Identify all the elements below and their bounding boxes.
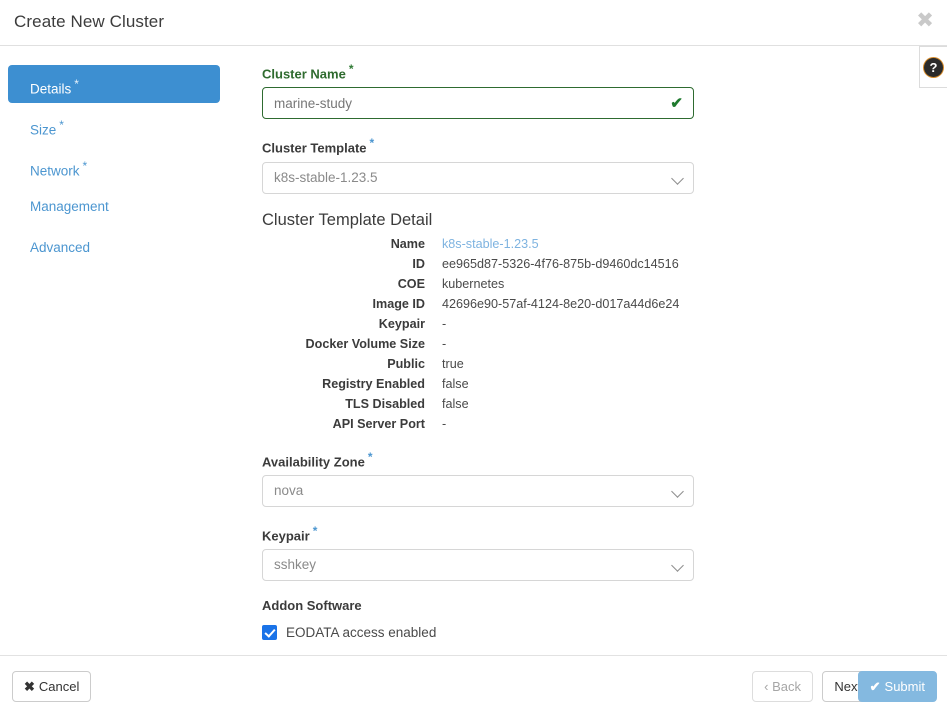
label-text: Cluster Name <box>262 66 346 81</box>
button-label: Cancel <box>39 679 79 694</box>
cluster-name-input[interactable] <box>262 87 694 119</box>
cluster-name-label: Cluster Name* <box>262 62 694 81</box>
cluster-template-label: Cluster Template* <box>262 136 694 155</box>
sidebar-item-label: Network <box>30 164 80 179</box>
detail-key: Docker Volume Size <box>262 334 442 354</box>
cluster-template-field-wrap: k8s-stable-1.23.5 <box>262 162 694 194</box>
required-marker: * <box>59 118 64 132</box>
table-row: Keypair - <box>262 314 679 334</box>
sidebar-item-management[interactable]: Management <box>8 188 220 226</box>
modal-body: Details* Size* Network* Management Advan… <box>0 46 947 655</box>
cluster-template-select[interactable]: k8s-stable-1.23.5 <box>262 162 694 194</box>
sidebar-item-network[interactable]: Network* <box>8 147 220 185</box>
required-marker: * <box>83 159 88 173</box>
detail-key: API Server Port <box>262 414 442 434</box>
template-detail-table: Name k8s-stable-1.23.5 ID ee965d87-5326-… <box>262 234 679 434</box>
table-row: Image ID 42696e90-57af-4124-8e20-d017a44… <box>262 294 679 314</box>
detail-value: false <box>442 394 679 414</box>
sidebar-item-label: Details <box>30 82 71 97</box>
eodata-access-label: EODATA access enabled <box>286 625 436 640</box>
availability-zone-select[interactable]: nova <box>262 475 694 507</box>
form-column: Cluster Name* ✔ Cluster Template* k8s-st… <box>262 62 694 640</box>
detail-key: ID <box>262 254 442 274</box>
detail-value: - <box>442 414 679 434</box>
required-marker: * <box>313 524 318 538</box>
detail-value: - <box>442 314 679 334</box>
sidebar-item-advanced[interactable]: Advanced <box>8 229 220 267</box>
sidebar-item-size[interactable]: Size* <box>8 106 220 144</box>
sidebar-item-details[interactable]: Details* <box>8 65 220 103</box>
detail-value: true <box>442 354 679 374</box>
required-marker: * <box>349 62 354 76</box>
table-row: COE kubernetes <box>262 274 679 294</box>
submit-button[interactable]: ✔ Submit <box>858 671 937 702</box>
button-label: Submit <box>885 679 925 694</box>
label-text: Keypair <box>262 528 310 543</box>
label-text: Cluster Template <box>262 141 367 156</box>
detail-key: Keypair <box>262 314 442 334</box>
detail-key: Name <box>262 234 442 254</box>
keypair-field-wrap: sshkey <box>262 549 694 581</box>
wizard-nav: Details* Size* Network* Management Advan… <box>8 65 220 270</box>
keypair-label: Keypair* <box>262 524 694 543</box>
detail-key: Registry Enabled <box>262 374 442 394</box>
table-row: Registry Enabled false <box>262 374 679 394</box>
detail-key: Image ID <box>262 294 442 314</box>
detail-key: COE <box>262 274 442 294</box>
modal-header: Create New Cluster ✖ <box>0 0 947 46</box>
sidebar-item-label: Size <box>30 123 56 138</box>
detail-value: - <box>442 334 679 354</box>
detail-value: false <box>442 374 679 394</box>
required-marker: * <box>74 77 79 91</box>
modal-footer: ✖Cancel ‹ Back Next › ✔Submit <box>0 655 947 716</box>
sidebar-item-label: Advanced <box>30 240 90 255</box>
close-icon: ✖ <box>24 679 35 694</box>
table-row: API Server Port - <box>262 414 679 434</box>
detail-value[interactable]: k8s-stable-1.23.5 <box>442 234 679 254</box>
detail-value: ee965d87-5326-4f76-875b-d9460dc14516 <box>442 254 679 274</box>
detail-value: 42696e90-57af-4124-8e20-d017a44d6e24 <box>442 294 679 314</box>
table-row: Name k8s-stable-1.23.5 <box>262 234 679 254</box>
table-row: Docker Volume Size - <box>262 334 679 354</box>
availability-zone-label: Availability Zone* <box>262 450 694 469</box>
addon-software-heading: Addon Software <box>262 598 694 613</box>
close-icon[interactable]: ✖ <box>912 8 938 34</box>
cluster-name-field-wrap: ✔ <box>262 87 694 119</box>
template-detail-heading: Cluster Template Detail <box>262 211 694 230</box>
detail-value: kubernetes <box>442 274 679 294</box>
detail-key: TLS Disabled <box>262 394 442 414</box>
table-row: Public true <box>262 354 679 374</box>
cancel-button[interactable]: ✖ Cancel <box>12 671 91 702</box>
table-row: TLS Disabled false <box>262 394 679 414</box>
page-title: Create New Cluster <box>14 12 164 32</box>
required-marker: * <box>370 136 375 150</box>
sidebar-item-label: Management <box>30 199 109 214</box>
eodata-access-checkbox-row[interactable]: EODATA access enabled <box>262 625 694 640</box>
label-text: Availability Zone <box>262 454 365 469</box>
check-icon: ✔ <box>870 679 881 694</box>
required-marker: * <box>368 450 373 464</box>
checkbox-checked-icon[interactable] <box>262 625 277 640</box>
availability-zone-field-wrap: nova <box>262 475 694 507</box>
back-button[interactable]: ‹ Back <box>752 671 813 702</box>
keypair-select[interactable]: sshkey <box>262 549 694 581</box>
detail-key: Public <box>262 354 442 374</box>
table-row: ID ee965d87-5326-4f76-875b-d9460dc14516 <box>262 254 679 274</box>
